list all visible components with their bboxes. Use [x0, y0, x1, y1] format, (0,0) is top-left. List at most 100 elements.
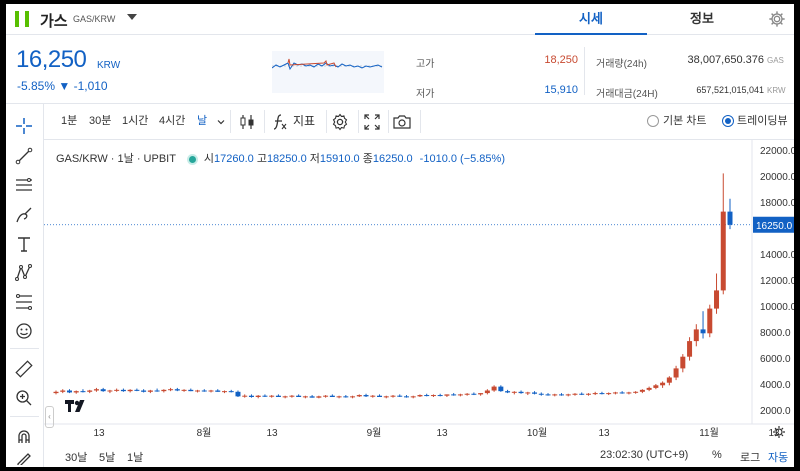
ruler-tool[interactable] — [13, 358, 35, 380]
text-tool[interactable] — [13, 233, 35, 255]
emoji-tool[interactable] — [13, 320, 35, 342]
candle — [120, 389, 126, 392]
tab-quote[interactable]: 시세 — [535, 4, 647, 35]
candlestick-chart[interactable]: 22000.020000.018000.016000.014000.012000… — [44, 140, 794, 446]
x-tick-label: 13 — [436, 428, 448, 439]
price-summary: 16,250 KRW -5.85% ▼ -1,010 고가 18,250 저가 … — [6, 35, 794, 104]
candle — [147, 390, 153, 392]
candle — [201, 390, 207, 392]
candle — [673, 368, 679, 378]
x-tick-label: 13 — [598, 428, 610, 439]
candle — [532, 392, 538, 394]
percent-scale-button[interactable]: % — [712, 449, 722, 461]
candle — [464, 393, 470, 395]
legend-symbol: GAS/KRW · 1날 · UPBIT — [56, 153, 176, 165]
brush-icon — [16, 207, 32, 223]
candle — [410, 396, 416, 398]
candle — [572, 393, 578, 395]
range-5d[interactable]: 5날 — [99, 449, 115, 465]
candle — [370, 395, 376, 397]
candle — [639, 389, 645, 392]
function-fx-icon[interactable] — [270, 112, 290, 132]
y-tick-label: 8000.0 — [760, 328, 791, 339]
amount-value: 657,521,015,041 — [696, 85, 764, 95]
fullscreen-icon[interactable] — [362, 112, 382, 132]
range-1d[interactable]: 1날 — [127, 449, 143, 465]
price-chart[interactable]: 22000.020000.018000.016000.014000.012000… — [44, 140, 794, 446]
pattern-tool[interactable] — [13, 262, 35, 284]
candle — [585, 393, 591, 395]
tradingview-logo-icon — [65, 400, 85, 412]
smiley-icon — [16, 323, 32, 339]
brush-tool[interactable] — [13, 204, 35, 226]
tradingview-radio[interactable] — [722, 115, 734, 127]
zoom-in-tool[interactable] — [13, 387, 35, 409]
candle — [269, 395, 275, 397]
candle — [505, 391, 511, 393]
sparkline — [272, 51, 384, 93]
candle — [275, 395, 281, 397]
candle — [565, 394, 571, 396]
candle — [350, 396, 356, 398]
fib-retracement-icon — [16, 294, 32, 310]
stats-divider — [584, 47, 585, 95]
camera-icon[interactable] — [392, 112, 412, 132]
candle — [235, 391, 241, 397]
high-value: 18,250 — [544, 54, 578, 66]
candle — [646, 387, 652, 390]
candle — [687, 341, 693, 357]
settings-gear-icon[interactable] — [768, 10, 786, 28]
collapse-toolbar-handle[interactable]: ‹ — [45, 406, 54, 428]
candle — [73, 391, 79, 393]
candle — [174, 389, 180, 391]
coin-name: 가스 — [40, 13, 68, 30]
y-tick-label: 10000.0 — [760, 302, 794, 313]
y-tick-label: 20000.0 — [760, 172, 794, 183]
tab-info[interactable]: 정보 — [647, 4, 757, 34]
interval-day[interactable]: 날 — [197, 104, 207, 139]
crosshair-icon — [16, 118, 32, 134]
trend-line-tool[interactable] — [13, 145, 35, 167]
basic-chart-radio[interactable] — [647, 115, 659, 127]
clock: 23:02:30 (UTC+9) — [600, 449, 689, 461]
y-tick-label: 22000.0 — [760, 146, 794, 157]
measure-tool[interactable] — [13, 451, 35, 465]
toolbar-divider — [230, 110, 231, 133]
candles-icon[interactable] — [237, 112, 257, 132]
chart-settings-gear-icon[interactable] — [330, 112, 350, 132]
candle — [451, 394, 457, 396]
low-value: 15,910 — [544, 84, 578, 96]
candle — [403, 396, 409, 398]
basic-chart-label[interactable]: 기본 차트 — [663, 104, 707, 139]
candle — [181, 389, 187, 391]
candle — [154, 390, 160, 392]
candle — [680, 356, 686, 369]
candle — [444, 394, 450, 396]
log-scale-button[interactable]: 로그 — [740, 449, 760, 465]
volume-unit: GAS — [767, 56, 784, 65]
interval-chevron-down-icon[interactable] — [216, 117, 226, 127]
coin-select-chevron-down-icon[interactable] — [127, 14, 137, 20]
candle — [700, 329, 706, 334]
gas-logo-icon — [15, 11, 29, 27]
range-30d[interactable]: 30날 — [65, 449, 87, 465]
horizontal-lines-tool[interactable] — [13, 174, 35, 196]
interval-30m[interactable]: 30분 — [89, 104, 111, 139]
interval-1m[interactable]: 1분 — [61, 104, 77, 139]
candle — [633, 391, 639, 393]
chart-bottom-bar: 30날 5날 1날 23:02:30 (UTC+9) % 로그 자동 — [44, 446, 794, 467]
candle — [222, 391, 227, 393]
y-tick-label: 2000.0 — [760, 406, 791, 417]
toolbar-divider — [420, 110, 421, 133]
candle — [195, 390, 201, 392]
indicators-button[interactable]: 지표 — [293, 104, 315, 139]
tradingview-label[interactable]: 트레이딩뷰 — [737, 104, 788, 139]
magnet-tool[interactable] — [13, 426, 35, 448]
fib-tool[interactable] — [13, 291, 35, 313]
candle — [208, 390, 214, 392]
interval-1h[interactable]: 1시간 — [122, 104, 148, 139]
auto-scale-button[interactable]: 자동 — [768, 449, 788, 465]
high-label: 고가 — [416, 59, 435, 70]
interval-4h[interactable]: 4시간 — [159, 104, 185, 139]
crosshair-tool[interactable] — [13, 115, 35, 137]
